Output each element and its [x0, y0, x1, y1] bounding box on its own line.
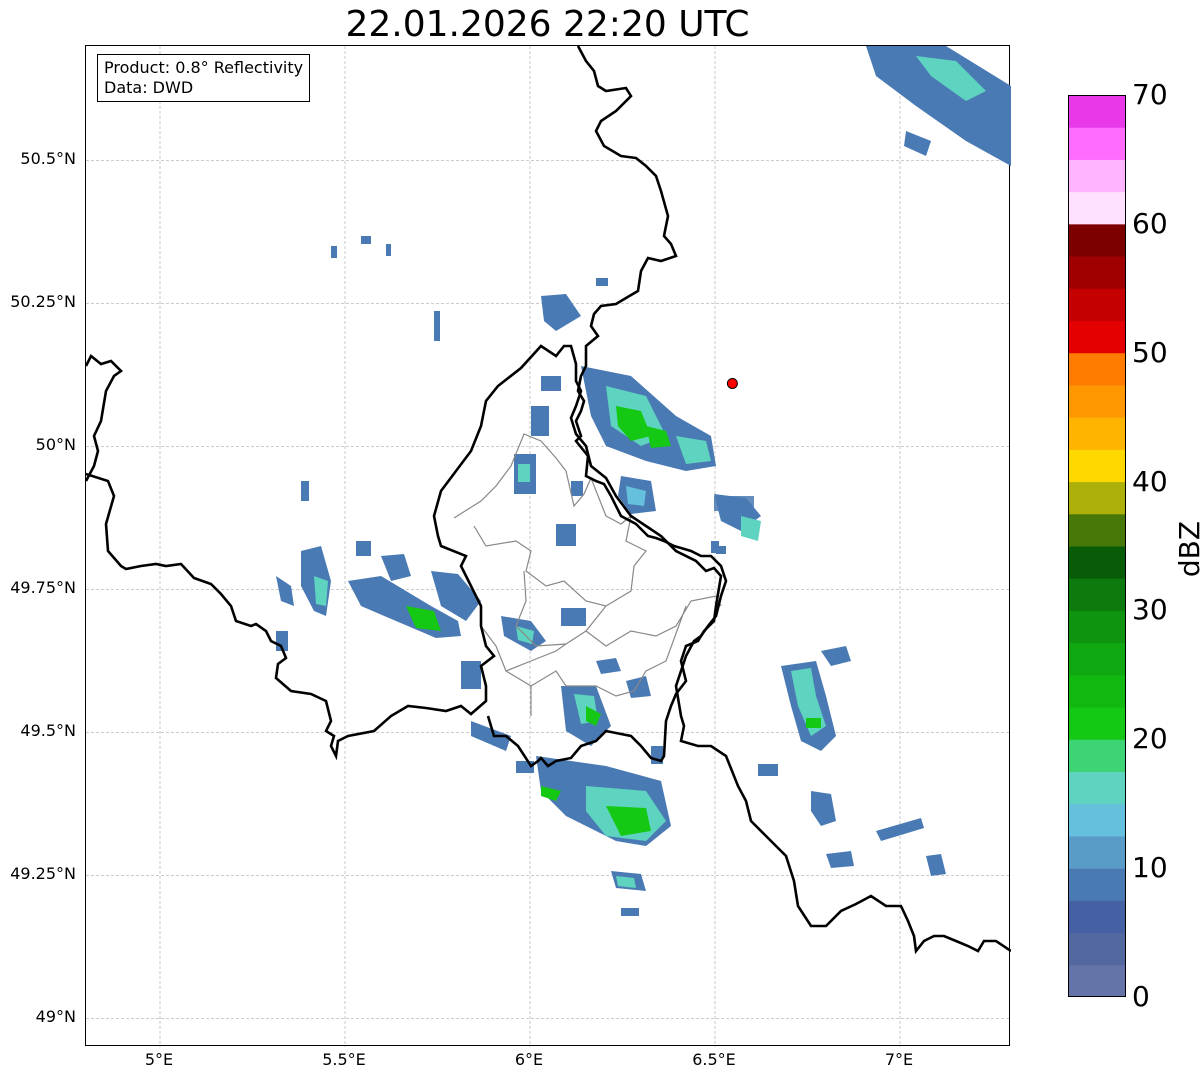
lat-tick-label: 50.5°N [20, 149, 76, 169]
echo-cell [276, 576, 294, 606]
echo-cell [356, 541, 371, 556]
colorbar-segment [1068, 771, 1126, 805]
lon-tick-label: 5.5°E [322, 1050, 366, 1069]
echo-cell [361, 236, 371, 244]
echo-cell [826, 851, 854, 868]
colorbar-segment [1068, 578, 1126, 611]
colorbar-tick-label: 50 [1132, 335, 1168, 369]
echo-cell [758, 764, 778, 776]
lat-tick-label: 49°N [35, 1007, 76, 1027]
colorbar-tick-label: 0 [1132, 980, 1150, 1013]
data-source-label: Data: DWD [104, 78, 194, 97]
echo-cell [381, 554, 411, 581]
echo-cell [461, 661, 481, 689]
colorbar-segment [1068, 964, 1126, 997]
echo-cell [331, 246, 337, 258]
colorbar-tick-label: 70 [1132, 78, 1168, 111]
colorbar-segment [1068, 191, 1126, 225]
colorbar-segment [1068, 835, 1126, 869]
country-borders [86, 46, 1011, 955]
colorbar-segment [1068, 288, 1126, 321]
echo-cell [596, 658, 621, 674]
colorbar-segment [1068, 707, 1126, 740]
echo-cell [541, 294, 581, 331]
dbz-colorbar [1068, 95, 1126, 997]
echo-cell [541, 376, 561, 391]
echo-cell [821, 646, 851, 666]
echo-cell [741, 516, 761, 541]
country-border [86, 353, 124, 482]
echo-cell [714, 496, 754, 511]
colorbar-segment [1068, 900, 1126, 934]
radar-map-canvas [86, 46, 1011, 1047]
colorbar-segment [1068, 868, 1126, 901]
colorbar-segment [1068, 610, 1126, 644]
colorbar-segment [1068, 739, 1126, 772]
colorbar-segment [1068, 95, 1126, 128]
echo-cell [806, 718, 821, 728]
lat-tick-label: 49.75°N [10, 578, 76, 598]
echo-cell [626, 676, 651, 698]
colorbar-title: dBZ [1173, 520, 1202, 578]
colorbar-segment [1068, 546, 1126, 579]
echo-cell [556, 524, 576, 546]
echo-cell [716, 546, 726, 554]
colorbar-tick-label: 20 [1132, 722, 1168, 756]
echo-cell [561, 608, 586, 626]
lat-tick-label: 49.25°N [10, 864, 76, 884]
echo-cell [518, 464, 530, 482]
echo-cell [904, 131, 931, 156]
lon-tick-label: 6.5°E [692, 1050, 736, 1069]
colorbar-segment [1068, 513, 1126, 547]
colorbar-segment [1068, 417, 1126, 450]
colorbar-tick-label: 40 [1132, 464, 1168, 498]
colorbar-segment [1068, 320, 1126, 354]
map-title: 22.01.2026 22:20 UTC [345, 4, 750, 45]
colorbar-tick-label: 30 [1132, 593, 1168, 627]
colorbar-segment [1068, 159, 1126, 193]
radar-site-marker [726, 377, 738, 389]
lon-tick-label: 6°E [514, 1050, 544, 1069]
lon-tick-label: 5°E [144, 1050, 174, 1069]
lat-tick-label: 50°N [35, 435, 76, 455]
colorbar-tick-label: 10 [1132, 851, 1168, 885]
colorbar-segment [1068, 674, 1126, 708]
colorbar-tick-label: 60 [1132, 206, 1168, 240]
colorbar-segment [1068, 642, 1126, 676]
echo-cell [434, 311, 440, 341]
echo-cell [811, 791, 836, 826]
colorbar-segment [1068, 384, 1126, 418]
product-info-box: Product: 0.8° Reflectivity Data: DWD [97, 54, 311, 102]
lat-tick-label: 50.25°N [10, 292, 76, 312]
colorbar-segment [1068, 932, 1126, 966]
echo-cell [621, 908, 639, 916]
reflectivity-echoes [276, 46, 1011, 916]
echo-cell [386, 244, 391, 256]
colorbar-segment [1068, 803, 1126, 837]
colorbar-segment [1068, 449, 1126, 483]
echo-cell [301, 481, 309, 501]
colorbar-segment [1068, 352, 1126, 386]
lat-tick-label: 49.5°N [20, 721, 76, 741]
lon-tick-label: 7°E [884, 1050, 914, 1069]
echo-cell [314, 576, 328, 606]
colorbar-segment [1068, 223, 1126, 257]
echo-cell [531, 406, 549, 436]
colorbar-segment [1068, 256, 1126, 289]
colorbar-segment [1068, 127, 1126, 160]
echo-cell [596, 278, 608, 286]
colorbar-segment [1068, 481, 1126, 515]
product-label: Product: 0.8° Reflectivity [104, 58, 304, 77]
radar-map[interactable]: Product: 0.8° Reflectivity Data: DWD [85, 45, 1011, 1047]
echo-cell [926, 854, 946, 876]
echo-cell [571, 481, 583, 496]
